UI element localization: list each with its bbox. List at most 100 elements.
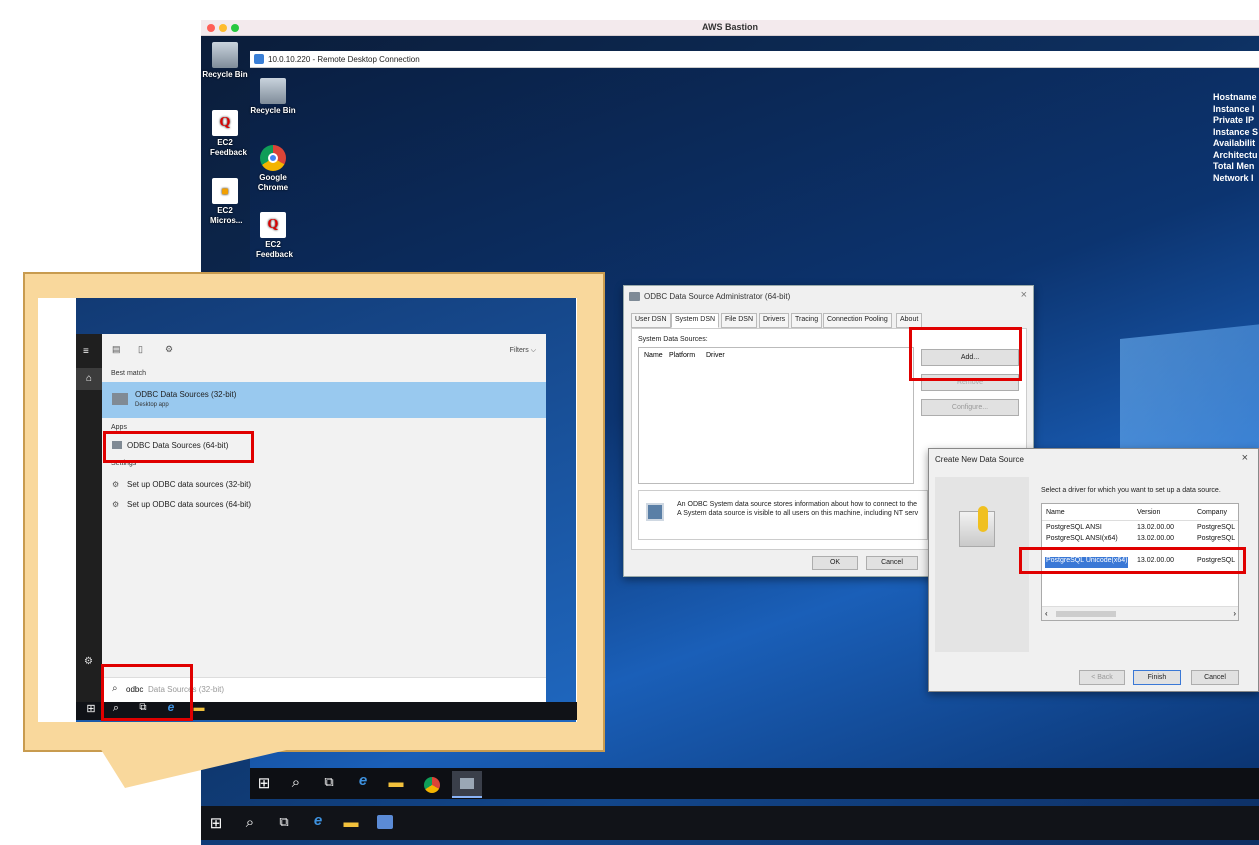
filters-label: Filters — [509, 347, 529, 354]
tab-user-dsn[interactable]: User DSN — [631, 313, 671, 328]
odbc-taskbar-button[interactable] — [452, 771, 482, 798]
recycle-bin-icon — [212, 42, 238, 68]
recycle-bin-icon — [260, 78, 286, 104]
filters-dropdown[interactable]: Filters ⌵ — [510, 347, 536, 355]
callout-pointer — [100, 748, 295, 788]
search-icon[interactable]: ⌕ — [241, 814, 259, 831]
task-view-icon[interactable]: ⧉ — [320, 774, 338, 790]
database-icon — [646, 503, 664, 521]
sysinfo-line: Instance I — [1213, 103, 1255, 114]
edge-icon[interactable]: e — [309, 812, 327, 829]
icon-label: Google Chrome — [257, 173, 289, 192]
tab-drivers[interactable]: Drivers — [759, 313, 790, 328]
wizard-icon — [959, 506, 995, 547]
horizontal-scrollbar[interactable]: ‹ › — [1042, 606, 1238, 620]
feedback-icon: Q — [212, 110, 238, 136]
package-icon: ■ — [212, 178, 238, 204]
hamburger-icon[interactable]: ≡ — [83, 346, 89, 357]
system-data-sources-label: System Data Sources: — [638, 336, 708, 343]
home-tab[interactable]: ⌂ — [76, 368, 102, 390]
highlight-search-box — [101, 664, 193, 721]
edge-icon[interactable]: e — [354, 772, 372, 789]
col-version: Version — [1137, 509, 1161, 516]
settings-result-title: Set up ODBC data sources (32-bit) — [127, 480, 252, 489]
file-explorer-icon[interactable]: ▬ — [387, 774, 405, 791]
rdp-taskbar-icon[interactable] — [377, 815, 393, 829]
outer-ec2-microsoft[interactable]: ■ EC2 Micros... — [200, 178, 250, 226]
odbc-taskbar-icon — [460, 778, 474, 789]
driver-version: 13.02.00.00 — [1137, 524, 1174, 531]
col-driver: Driver — [706, 352, 725, 359]
tab-tracing[interactable]: Tracing — [791, 313, 823, 328]
inner-ec2-feedback[interactable]: Q EC2 Feedback — [248, 212, 298, 260]
scroll-left-icon[interactable]: ‹ — [1045, 609, 1048, 618]
inner-recycle-bin[interactable]: Recycle Bin — [248, 78, 298, 116]
driver-company: PostgreSQL — [1197, 535, 1236, 542]
feedback-icon: Q — [260, 212, 286, 238]
window-title: AWS Bastion — [701, 22, 758, 32]
close-icon[interactable]: × — [1021, 289, 1027, 301]
sysinfo-line: Total Men — [1213, 161, 1255, 171]
task-view-icon[interactable]: ⧉ — [275, 814, 293, 830]
rdp-icon — [254, 54, 264, 64]
wizard-side-panel — [935, 477, 1029, 652]
chevron-down-icon: ⌵ — [530, 347, 536, 354]
outer-ec2-feedback[interactable]: Q EC2 Feedback — [200, 110, 250, 158]
documents-tab-icon[interactable]: ▯ — [138, 344, 143, 355]
driver-company: PostgreSQL — [1197, 524, 1236, 531]
rdp-title: 10.0.10.220 - Remote Desktop Connection — [268, 55, 420, 64]
start-menu-rail: ≡ ⌂ ⚙ — [76, 334, 102, 702]
sysinfo-line: Architectu — [1213, 149, 1258, 160]
file-explorer-icon[interactable]: ▬ — [342, 814, 360, 831]
odbc-admin-title: ODBC Data Source Administrator (64-bit) — [644, 292, 791, 301]
settings-result-title: Set up ODBC data sources (64-bit) — [127, 500, 252, 509]
inner-google-chrome[interactable]: Google Chrome — [248, 145, 298, 193]
settings-gear-icon: ⚙ — [112, 500, 120, 509]
data-sources-list[interactable]: Name Platform Driver — [638, 347, 914, 484]
configure-button[interactable]: Configure... — [921, 399, 1019, 416]
windows-start-icon[interactable]: ⊞ — [82, 702, 100, 715]
outer-recycle-bin[interactable]: Recycle Bin — [200, 42, 250, 80]
best-match-subtitle: Desktop app — [135, 402, 169, 408]
tab-connection-pooling[interactable]: Connection Pooling — [823, 313, 892, 328]
col-platform: Platform — [669, 352, 696, 359]
icon-label: Recycle Bin — [250, 106, 296, 115]
ok-button[interactable]: OK — [812, 556, 858, 570]
col-name: Name — [1046, 509, 1065, 516]
driver-name: PostgreSQL ANSI — [1046, 524, 1102, 531]
chrome-taskbar-icon[interactable] — [424, 777, 440, 793]
close-icon[interactable]: × — [1242, 452, 1248, 464]
scrollbar-thumb[interactable] — [1056, 611, 1116, 617]
finish-button[interactable]: Finish — [1133, 670, 1181, 685]
rdp-titlebar: 10.0.10.220 - Remote Desktop Connection — [250, 51, 1259, 68]
settings-gear-icon[interactable]: ⚙ — [84, 656, 93, 667]
scroll-right-icon[interactable]: › — [1233, 609, 1236, 618]
info-line: An ODBC System data source stores inform… — [677, 501, 918, 508]
windows-start-icon[interactable]: ⊞ — [207, 814, 225, 832]
cancel-button[interactable]: Cancel — [866, 556, 918, 570]
home-icon: ⌂ — [85, 373, 93, 384]
all-tab-icon[interactable]: ▤ — [112, 344, 121, 355]
settings-gear-icon: ⚙ — [112, 480, 120, 489]
best-match-title: ODBC Data Sources (32-bit) — [135, 390, 237, 399]
tab-file-dsn[interactable]: File DSN — [721, 313, 758, 328]
cancel-button[interactable]: Cancel — [1191, 670, 1239, 685]
sysinfo-line: Instance S — [1213, 126, 1259, 137]
select-driver-prompt: Select a driver for which you want to se… — [1041, 487, 1221, 494]
tab-system-dsn[interactable]: System DSN — [671, 313, 720, 328]
best-match-item[interactable]: ODBC Data Sources (32-bit) Desktop app — [102, 382, 546, 418]
back-button[interactable]: < Back — [1079, 670, 1125, 685]
col-company: Company — [1197, 509, 1227, 516]
settings-result-item[interactable]: ⚙ Set up ODBC data sources (64-bit) — [102, 497, 546, 515]
highlight-add-button — [909, 327, 1022, 381]
sysinfo-line: Hostname — [1213, 92, 1257, 102]
icon-label: EC2 Feedback — [210, 138, 247, 157]
settings-result-item[interactable]: ⚙ Set up ODBC data sources (32-bit) — [102, 477, 546, 495]
highlight-unicode-driver — [1019, 547, 1246, 574]
settings-tab-icon[interactable]: ⚙ — [165, 344, 173, 355]
chrome-icon — [260, 145, 286, 171]
tab-about[interactable]: About — [896, 313, 923, 328]
info-box: An ODBC System data source stores inform… — [638, 490, 928, 540]
icon-label: EC2 Micros... — [210, 206, 243, 225]
driver-version: 13.02.00.00 — [1137, 535, 1174, 542]
